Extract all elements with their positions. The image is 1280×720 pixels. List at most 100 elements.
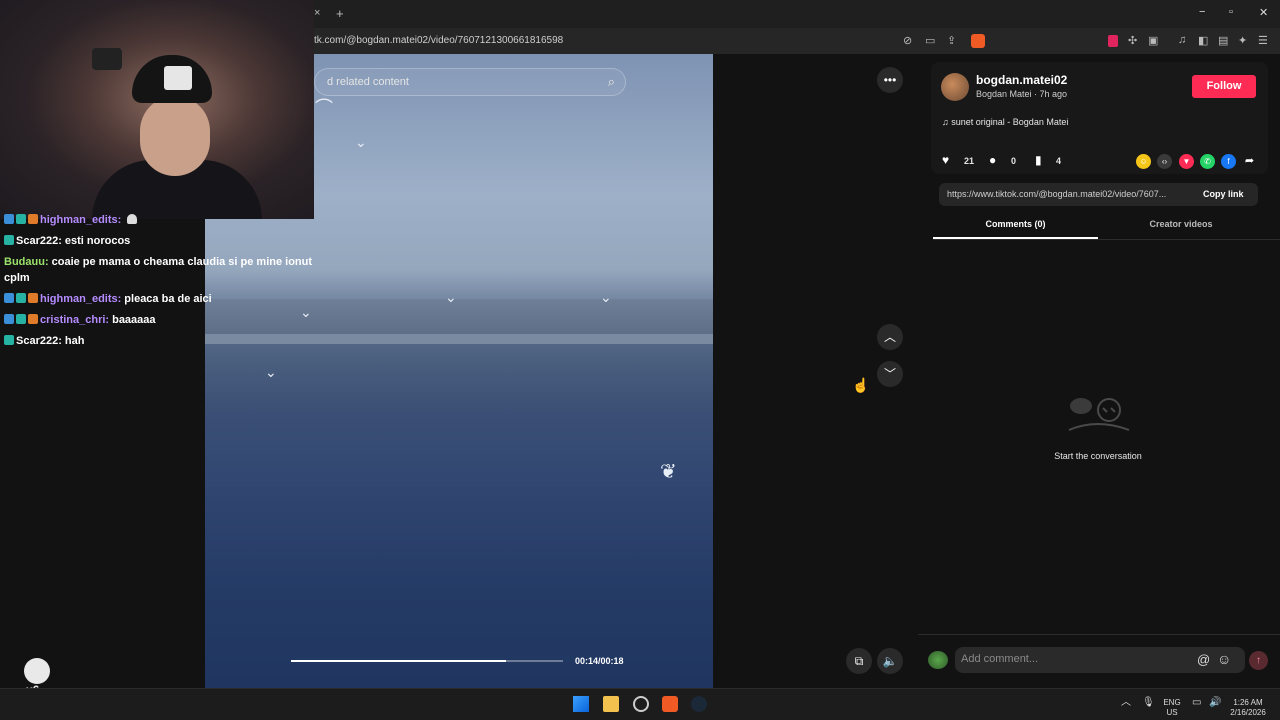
language-code: ENG <box>1163 698 1181 707</box>
minimize-button[interactable]: − <box>1199 6 1205 18</box>
tab-icon[interactable]: ▣ <box>1148 34 1158 47</box>
seagull: ⌄ <box>600 289 612 305</box>
post-comment-button[interactable]: ↑ <box>1249 651 1268 670</box>
arrow-up-icon: ↑ <box>1256 655 1261 666</box>
chat-message: highman_edits: pleaca ba de aici <box>4 291 324 307</box>
video-link-text[interactable]: https://www.tiktok.com/@bogdan.matei02/v… <box>947 189 1187 199</box>
music-line[interactable]: ♫ sunet original - Bogdan Matei <box>942 117 1068 127</box>
maximize-button[interactable]: ▫ <box>1229 6 1233 18</box>
cast-icon[interactable]: ▭ <box>925 34 935 47</box>
next-video-button[interactable]: ﹀ <box>877 361 903 387</box>
chat-username[interactable]: highman_edits: <box>40 293 121 305</box>
seagull: ⌄ <box>355 134 367 150</box>
url-text[interactable]: tk.com/@bogdan.matei02/video/76071213006… <box>314 35 563 46</box>
blue-badge-icon <box>4 293 14 303</box>
teal-badge-icon <box>16 214 26 224</box>
network-icon[interactable]: ▭ <box>1192 698 1201 708</box>
chat-message: highman_edits: <box>4 212 324 228</box>
share-page-icon[interactable]: ⇪ <box>947 34 956 47</box>
facebook-icon[interactable]: f <box>1221 154 1236 169</box>
clock[interactable]: 1:26 AM 2/16/2026 <box>1226 698 1270 718</box>
brave-browser-icon[interactable] <box>662 696 678 712</box>
speaker-icon: 🔈 <box>882 654 898 668</box>
friends-icon[interactable]: ☺ <box>1136 154 1151 169</box>
chat-username[interactable]: Budauu: <box>4 256 49 268</box>
extensions-icon[interactable]: ✣ <box>1128 34 1137 47</box>
chat-message: Scar222: esti norocos <box>4 233 324 249</box>
heart-icon: ♥ <box>942 153 950 167</box>
orange-badge-icon <box>28 314 38 324</box>
like-count: 21 <box>964 156 975 166</box>
mention-icon[interactable]: @ <box>1197 652 1210 667</box>
webcam-overlay <box>0 0 314 219</box>
embed-icon[interactable]: ‹› <box>1157 154 1172 169</box>
pip-icon: ⧉ <box>854 654 864 668</box>
teal-badge-icon <box>16 314 26 324</box>
ghost-emote-icon <box>127 214 138 224</box>
tray-overflow-icon[interactable]: ︿ <box>1121 698 1131 708</box>
chat-username[interactable]: Scar222: <box>16 235 62 247</box>
avatar[interactable] <box>941 73 969 101</box>
clock-time: 1:26 AM <box>1233 698 1263 707</box>
more-horizontal-icon: ••• <box>883 73 897 87</box>
save-button[interactable]: ▮ <box>1035 153 1042 167</box>
no-tracking-icon[interactable]: ⊘ <box>903 34 912 47</box>
microphone-icon[interactable]: 🎙 <box>1142 698 1155 708</box>
file-explorer-icon[interactable] <box>603 696 619 712</box>
webcam-face <box>140 96 210 176</box>
share-arrow-icon[interactable]: ➦ <box>1242 154 1257 169</box>
chat-username[interactable]: Scar222: <box>16 335 62 347</box>
chat-message: Budauu: coaie pe mama o cheama claudia si… <box>4 254 324 286</box>
tab-comments[interactable]: Comments (0) <box>933 219 1098 229</box>
steam-icon[interactable] <box>691 696 707 712</box>
teal-badge-icon <box>4 235 14 245</box>
menu-icon[interactable]: ☰ <box>1258 34 1268 47</box>
orange-badge-icon <box>28 293 38 303</box>
chat-text: esti norocos <box>64 235 131 247</box>
language-indicator[interactable]: ENG US <box>1160 698 1184 718</box>
close-window-button[interactable]: ✕ <box>1259 6 1268 19</box>
like-button[interactable]: ♥ <box>942 153 949 167</box>
close-tab-icon[interactable]: × <box>314 7 320 19</box>
copy-link-button[interactable]: Copy link <box>1203 189 1244 199</box>
related-content-search[interactable]: d related content ⌕ <box>314 68 626 96</box>
seagull: ⌒ <box>315 98 333 118</box>
music-control-icon[interactable]: ♫ <box>1178 34 1186 46</box>
chat-text: coaie pe mama o cheama claudia si pe min… <box>4 256 313 284</box>
previous-video-button[interactable]: ︿ <box>877 324 903 350</box>
blue-badge-icon <box>4 214 14 224</box>
search-icon[interactable]: ⌕ <box>608 74 615 90</box>
volume-tray-icon[interactable]: 🔊 <box>1209 698 1221 708</box>
seagull: ⌄ <box>445 289 457 305</box>
search-placeholder: d related content <box>327 76 409 88</box>
seagull: ⌄ <box>265 364 277 380</box>
chat-username[interactable]: highman_edits: <box>40 214 121 226</box>
volume-button[interactable]: 🔈 <box>877 648 903 674</box>
mouse-cursor-icon: ☝ <box>852 377 870 393</box>
more-options-button[interactable]: ••• <box>877 67 903 93</box>
brave-shields-icon[interactable] <box>971 34 985 48</box>
music-note-icon: ♫ <box>942 117 952 127</box>
video-timecode: 00:14/00:18 <box>575 656 624 666</box>
author-username[interactable]: bogdan.matei02 <box>976 73 1067 87</box>
chat-username[interactable]: cristina_chri: <box>40 314 109 326</box>
music-title: sunet original - Bogdan Matei <box>951 117 1069 127</box>
chevron-down-icon: ﹀ <box>883 367 896 381</box>
whatsapp-icon[interactable]: ✆ <box>1200 154 1215 169</box>
follow-button[interactable]: Follow <box>1192 75 1256 98</box>
seagull: ❦ <box>660 461 677 483</box>
new-tab-button[interactable]: + <box>336 6 344 21</box>
emoji-icon[interactable]: ☺ <box>1217 651 1231 667</box>
leo-ai-icon[interactable]: ✦ <box>1238 34 1247 47</box>
comment-count: 0 <box>1011 156 1017 166</box>
windows-start-icon[interactable] <box>573 696 589 712</box>
sidebar-icon[interactable]: ◧ <box>1198 34 1208 47</box>
wallet-icon[interactable]: ▤ <box>1218 34 1228 47</box>
send-icon[interactable]: ▼ <box>1179 154 1194 169</box>
comment-button[interactable]: ● <box>989 153 996 167</box>
obs-icon[interactable] <box>633 696 649 712</box>
video-progress-bar[interactable] <box>291 660 563 662</box>
tab-creator-videos[interactable]: Creator videos <box>1098 219 1264 229</box>
picture-in-picture-button[interactable]: ⧉ <box>846 648 872 674</box>
extension-shield-icon[interactable] <box>1108 35 1118 47</box>
